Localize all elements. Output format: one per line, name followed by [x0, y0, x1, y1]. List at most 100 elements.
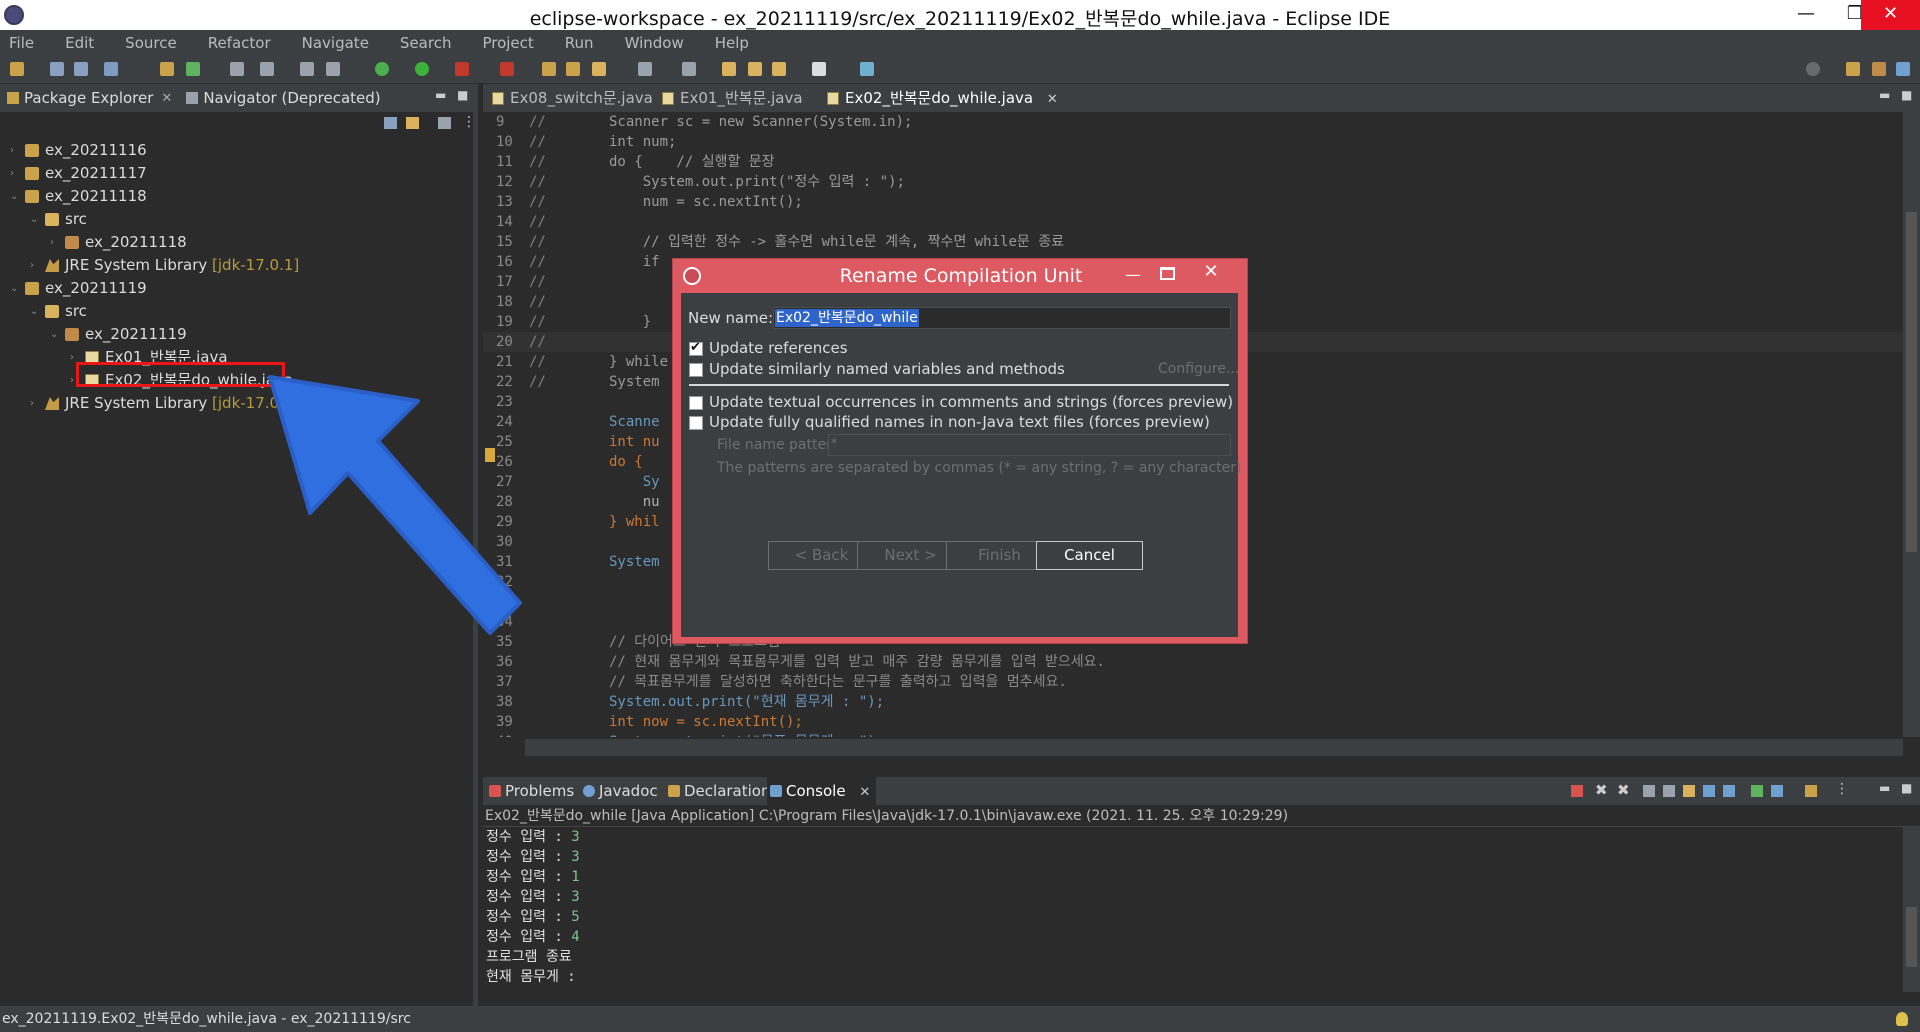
external-tools-icon[interactable]	[500, 62, 514, 76]
display-console-icon[interactable]	[1771, 785, 1783, 797]
console-vertical-scrollbar[interactable]	[1903, 827, 1920, 992]
expand-icon[interactable]: ›	[30, 392, 34, 415]
terminal-icon[interactable]	[104, 62, 118, 76]
menu-window[interactable]: Window	[625, 34, 684, 52]
menu-run[interactable]: Run	[565, 34, 594, 52]
minimize-window-button[interactable]: —	[1783, 0, 1829, 30]
tab-problems[interactable]: Problems	[486, 777, 574, 805]
menu-edit[interactable]: Edit	[65, 34, 94, 52]
search-toolbar-icon[interactable]	[592, 62, 606, 76]
show-stderr-icon[interactable]	[1723, 785, 1735, 797]
menu-file[interactable]: File	[9, 34, 34, 52]
pin-editor-icon[interactable]	[860, 62, 874, 76]
back-icon[interactable]	[748, 62, 762, 76]
update-references-checkbox[interactable]	[689, 340, 703, 356]
tab-declaration[interactable]: Declaration	[665, 777, 770, 805]
menu-navigate[interactable]: Navigate	[302, 34, 369, 52]
collapse-all-icon[interactable]	[384, 117, 397, 129]
code-line[interactable]: 40 System.out.print("목표 몸무게 : ");	[483, 732, 1903, 737]
close-tab-icon[interactable]: ✕	[161, 91, 172, 106]
last-edit-location-icon[interactable]	[722, 62, 736, 76]
code-line[interactable]: 12 // System.out.print("정수 입력 : ");	[483, 172, 1903, 192]
tab-javadoc[interactable]: Javadoc	[580, 777, 658, 805]
menu-help[interactable]: Help	[715, 34, 749, 52]
save-all-icon[interactable]	[74, 62, 88, 76]
debug-perspective-icon[interactable]	[1896, 62, 1910, 76]
minimize-editor-icon[interactable]: ▬	[1879, 88, 1890, 102]
open-perspective-icon[interactable]	[1846, 62, 1860, 76]
word-wrap-icon[interactable]	[1683, 785, 1695, 797]
open-console-icon[interactable]	[1805, 785, 1817, 797]
next-annotation-icon[interactable]	[638, 62, 652, 76]
maximize-pane-icon[interactable]: ■	[457, 88, 468, 102]
tree-item[interactable]: › ex_20211118	[0, 231, 473, 254]
expand-icon[interactable]: ›	[10, 162, 14, 185]
update-qualified-names-label[interactable]: Update fully qualified names in non-Java…	[709, 413, 1210, 431]
menu-project[interactable]: Project	[482, 34, 533, 52]
tab-navigator[interactable]: Navigator (Deprecated)	[179, 84, 387, 112]
new-class-icon[interactable]	[186, 62, 200, 76]
run-icon[interactable]	[415, 62, 429, 76]
code-line[interactable]: 9 // Scanner sc = new Scanner(System.in);	[483, 112, 1903, 132]
menu-source[interactable]: Source	[125, 34, 177, 52]
code-line[interactable]: 11 // do { // 실행할 문장	[483, 152, 1903, 172]
collapse-icon[interactable]: ⌄	[30, 300, 38, 323]
java-perspective-icon[interactable]	[1872, 62, 1886, 76]
update-textual-occurrences-checkbox[interactable]	[689, 396, 703, 410]
expand-icon[interactable]: ›	[30, 254, 34, 277]
code-line[interactable]: 37 // 목표몸무게를 달성하면 축하한다는 문구를 출력하고 입력을 멈추세요…	[483, 672, 1903, 692]
toggle-breadcrumb-icon[interactable]	[260, 62, 274, 76]
tab-console[interactable]: Console ✕	[767, 777, 877, 805]
new-java-project-icon[interactable]	[160, 62, 174, 76]
expand-icon[interactable]: ›	[70, 369, 74, 392]
menu-refactor[interactable]: Refactor	[208, 34, 271, 52]
code-line[interactable]: 15 // // 입력한 정수 -> 홀수면 while문 계속, 짝수면 whi…	[483, 232, 1903, 252]
tree-item[interactable]: ⌄ ex_20211119	[0, 323, 473, 346]
search-icon[interactable]	[1806, 62, 1820, 76]
tab-ex08-switch[interactable]: Ex08_switch문.java	[488, 84, 653, 112]
tree-item[interactable]: › JRE System Library [jdk-17.0.1]	[0, 254, 473, 277]
tree-item[interactable]: ⌄ src	[0, 300, 473, 323]
tab-ex02-active[interactable]: Ex02_반복문do_while.java ✕	[823, 84, 1058, 112]
tree-item[interactable]: › ex_20211116	[0, 139, 473, 162]
pin-console-icon[interactable]	[1751, 785, 1763, 797]
console-output[interactable]: 정수 입력 : 3 정수 입력 : 3 정수 입력 : 1 정수 입력 : 3 정수 입…	[483, 827, 1920, 987]
new-name-input[interactable]: Ex02_반복문do_while	[773, 307, 1231, 329]
tab-package-explorer[interactable]: Package Explorer ✕	[0, 84, 179, 112]
collapse-icon[interactable]: ⌄	[30, 208, 38, 231]
scrollbar-thumb[interactable]	[1906, 212, 1917, 552]
expand-icon[interactable]: ›	[70, 346, 74, 369]
tree-item[interactable]: › ex_20211117	[0, 162, 473, 185]
code-line[interactable]: 36 // 현재 몸무게와 목표몸무게를 입력 받고 매주 감량 몸무게를 입력 …	[483, 652, 1903, 672]
tree-item[interactable]: ⌄ ex_20211118	[0, 185, 473, 208]
close-tab-icon[interactable]: ✕	[859, 785, 870, 800]
close-window-button[interactable]: ✕	[1861, 0, 1920, 30]
link-with-editor-icon[interactable]	[406, 117, 419, 129]
close-tab-icon[interactable]: ✕	[1047, 92, 1058, 107]
tree-item[interactable]: ⌄ src	[0, 208, 473, 231]
editor-horizontal-scrollbar[interactable]	[525, 739, 1903, 756]
code-line[interactable]: 38 System.out.print("현재 몸무게 : ");	[483, 692, 1903, 712]
new-icon[interactable]	[10, 62, 24, 76]
collapse-icon[interactable]: ⌄	[10, 277, 18, 300]
minimize-pane-icon[interactable]: ▬	[435, 88, 446, 102]
open-type-icon[interactable]	[542, 62, 556, 76]
expand-icon[interactable]: ›	[10, 139, 14, 162]
cancel-button[interactable]: Cancel	[1036, 541, 1143, 570]
dialog-title-bar[interactable]: Rename Compilation Unit — ✕	[673, 259, 1249, 293]
coverage-icon[interactable]	[455, 62, 469, 76]
collapse-icon[interactable]: ⌄	[10, 185, 18, 208]
filter-icon[interactable]	[438, 117, 451, 129]
clear-console-icon[interactable]	[1643, 785, 1655, 797]
forward-icon[interactable]	[772, 62, 786, 76]
previous-annotation-icon[interactable]	[682, 62, 696, 76]
tip-lightbulb-icon[interactable]	[1896, 1012, 1908, 1026]
code-line[interactable]: 39 int now = sc.nextInt();	[483, 712, 1903, 732]
code-line[interactable]: 10 // int num;	[483, 132, 1903, 152]
scroll-lock-icon[interactable]	[1663, 785, 1675, 797]
menu-search[interactable]: Search	[400, 34, 452, 52]
update-similar-names-label[interactable]: Update similarly named variables and met…	[709, 360, 1065, 378]
scrollbar-thumb[interactable]	[1906, 907, 1917, 967]
update-similar-names-checkbox[interactable]	[689, 363, 703, 377]
update-qualified-names-checkbox[interactable]	[689, 416, 703, 430]
